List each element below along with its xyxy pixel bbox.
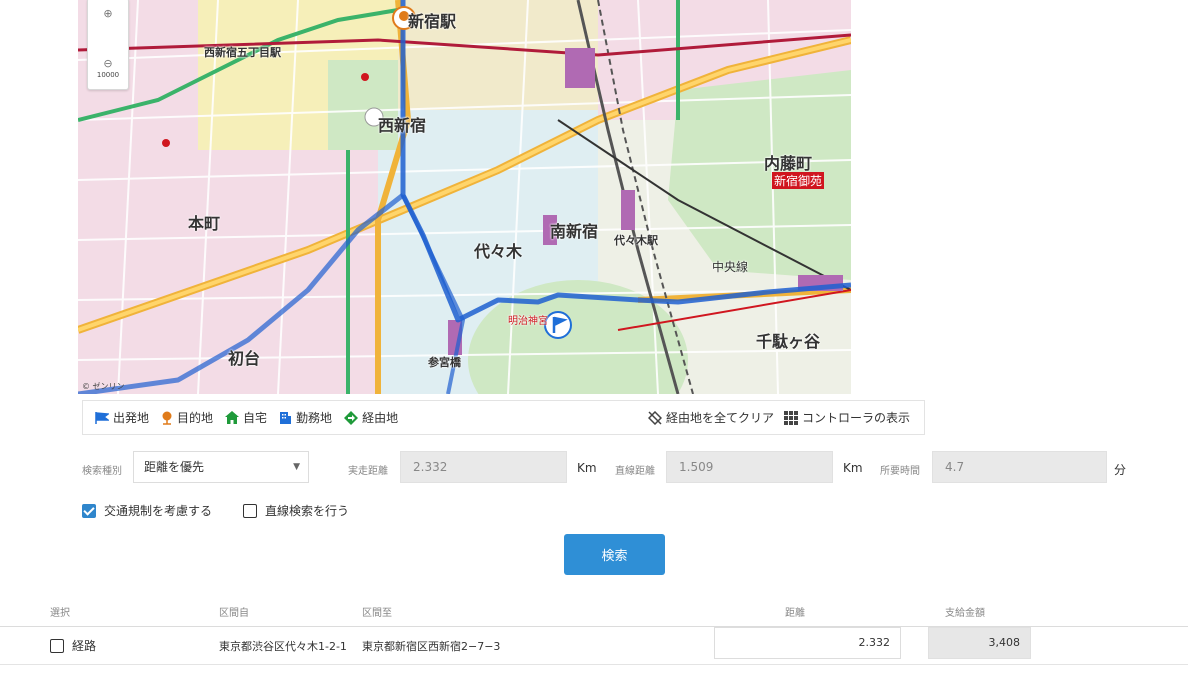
map-label-sangubashi: 参宮橋 — [428, 356, 461, 369]
show-controller-label: コントローラの表示 — [801, 411, 910, 425]
th-to: 区間至 — [362, 608, 392, 619]
clear-waypoints-button[interactable]: 経由地を全てクリア — [647, 409, 774, 426]
time-field: 4.7 — [932, 451, 1107, 483]
th-payment: 支給金額 — [945, 608, 985, 619]
waypoint-icon — [344, 410, 359, 425]
zoom-scale: 10000 — [96, 71, 120, 79]
building-icon — [280, 412, 292, 424]
traffic-rules-box[interactable] — [82, 503, 96, 518]
map-toolbar: 出発地 目的地 自宅 勤務地 経由地 経由地を全てクリア コントローラの表示 — [82, 400, 925, 435]
straight-distance-label: 直線距離 — [615, 466, 655, 477]
destination-label: 目的地 — [177, 411, 214, 425]
departure-label: 出発地 — [113, 411, 150, 425]
time-unit: 分 — [1114, 463, 1127, 477]
waypoint-label: 経由地 — [362, 411, 399, 425]
table-header: 選択 区間自 区間至 距離 支給金額 — [0, 592, 1188, 627]
search-type-label: 検索種別 — [82, 466, 122, 477]
row-distance-input[interactable]: 2.332 — [714, 627, 901, 659]
map-label-hatsudai: 初台 — [228, 349, 261, 368]
map-label-chuo-line: 中央線 — [712, 260, 749, 274]
row-select-box[interactable] — [50, 638, 64, 653]
map-label-hommachi: 本町 — [188, 214, 221, 233]
row-to: 東京都新宿区西新宿2−7−3 — [362, 640, 501, 653]
map-label-minami-shinjuku: 南新宿 — [550, 222, 599, 241]
row-select-checkbox[interactable]: 経路 — [50, 637, 96, 654]
th-distance: 距離 — [785, 608, 805, 619]
row-payment: 3,408 — [928, 627, 1031, 659]
search-type-value: 距離を優先 — [144, 460, 205, 474]
straight-distance-field: 1.509 — [666, 451, 833, 483]
time-label: 所要時間 — [880, 466, 920, 477]
chevron-down-icon: ▼ — [293, 462, 300, 472]
waypoint-button[interactable]: 経由地 — [344, 409, 398, 426]
home-button[interactable]: 自宅 — [225, 409, 267, 426]
search-type-select[interactable]: 距離を優先 ▼ — [133, 451, 309, 483]
map-label-shinjuku: 新宿駅 — [408, 12, 457, 31]
grid-icon — [783, 410, 798, 425]
map-copyright: © ゼンリン — [82, 382, 125, 391]
straight-distance-unit: Km — [843, 461, 863, 475]
pin-icon — [162, 411, 172, 425]
actual-distance-field: 2.332 — [400, 451, 567, 483]
actual-distance-unit: Km — [577, 461, 597, 475]
show-controller-button[interactable]: コントローラの表示 — [783, 409, 910, 426]
map-canvas — [78, 0, 851, 394]
clear-waypoints-label: 経由地を全てクリア — [665, 411, 774, 425]
map-label-yoyogi-station: 代々木駅 — [614, 234, 658, 247]
straight-search-checkbox[interactable]: 直線検索を行う — [243, 502, 349, 519]
search-button[interactable]: 検索 — [564, 534, 665, 575]
map-label-meiji-jingu: 明治神宮 — [508, 316, 548, 327]
map-label-shinjuku-gyoen: 新宿御苑 — [772, 172, 825, 189]
actual-distance-label: 実走距離 — [348, 466, 388, 477]
zoom-in-icon[interactable]: ⊕ — [88, 0, 128, 29]
row-label: 経路 — [72, 639, 97, 653]
clear-waypoint-icon — [647, 410, 662, 425]
route-map[interactable]: 新宿駅 西新宿 代々木 南新宿 内藤町 新宿御苑 本町 初台 千駄ヶ谷 中央線 … — [78, 0, 851, 394]
table-row: 経路 東京都渋谷区代々木1-2-1 東京都新宿区西新宿2−7−3 2.332 3… — [0, 626, 1188, 665]
departure-button[interactable]: 出発地 — [95, 409, 149, 426]
map-label-nishishinjuku: 西新宿 — [378, 116, 427, 135]
map-label-yoyogi: 代々木 — [474, 242, 523, 261]
map-label-nishishinjuku-gochome: 西新宿五丁目駅 — [204, 46, 281, 59]
map-label-sendagaya: 千駄ヶ谷 — [756, 332, 821, 351]
toolbar-right: 経由地を全てクリア コントローラの表示 — [638, 409, 924, 426]
zoom-control: ⊕ ⊖ 10000 — [87, 0, 129, 90]
home-icon — [225, 411, 240, 424]
row-from: 東京都渋谷区代々木1-2-1 — [219, 640, 347, 653]
home-label: 自宅 — [243, 411, 268, 425]
th-select: 選択 — [50, 608, 70, 619]
destination-button[interactable]: 目的地 — [161, 409, 213, 426]
traffic-rules-checkbox[interactable]: 交通規制を考慮する — [82, 502, 212, 519]
straight-search-box[interactable] — [243, 503, 257, 518]
traffic-rules-label: 交通規制を考慮する — [104, 504, 213, 518]
office-button[interactable]: 勤務地 — [279, 409, 332, 426]
th-from: 区間自 — [219, 608, 249, 619]
map-label-naitomachi: 内藤町 — [764, 154, 813, 173]
flag-icon — [95, 411, 109, 424]
straight-search-label: 直線検索を行う — [265, 504, 350, 518]
office-label: 勤務地 — [296, 411, 333, 425]
